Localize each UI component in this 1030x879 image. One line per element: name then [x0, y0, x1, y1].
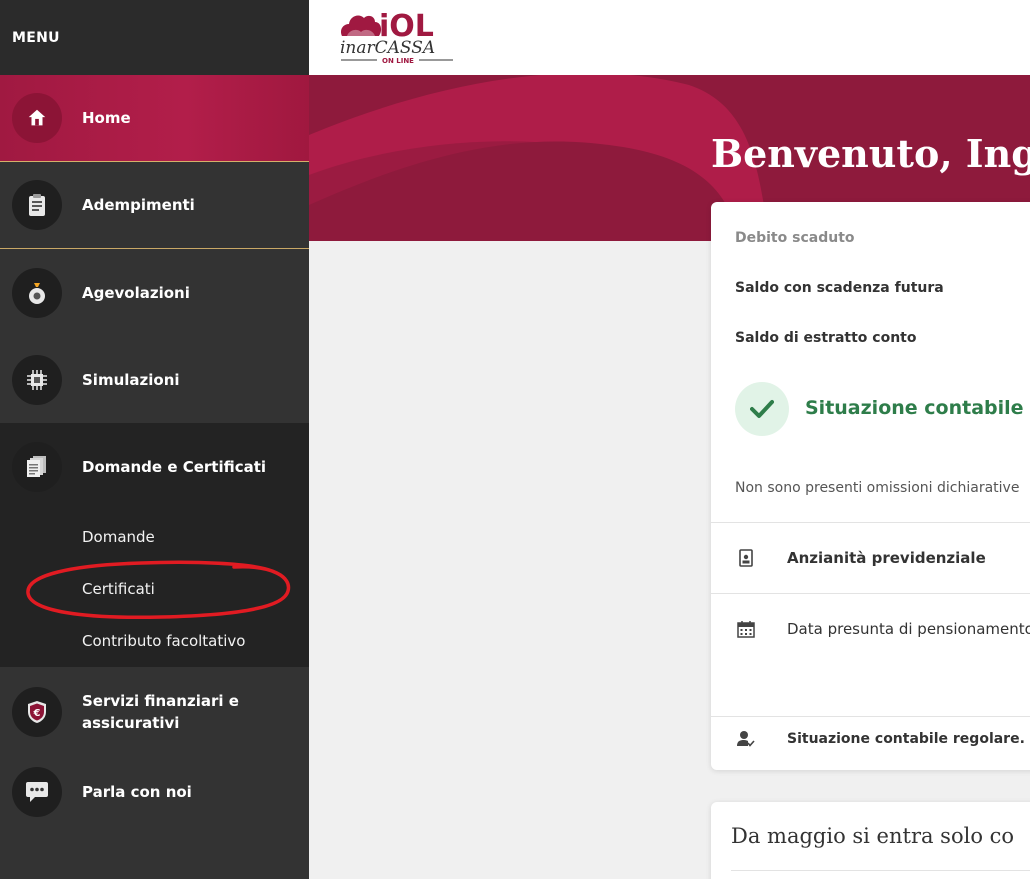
- sidebar-item-home[interactable]: Home: [0, 75, 309, 162]
- user-check-icon: [735, 728, 757, 750]
- calendar-icon: [735, 618, 757, 640]
- regolare-bold: Situazione contabile regolare.: [787, 731, 1025, 747]
- sidebar-item-label: Parla con noi: [82, 783, 192, 801]
- status-text: Situazione contabile in: [805, 397, 1030, 419]
- documents-icon: [12, 442, 62, 492]
- sidebar-item-agevolazioni[interactable]: Agevolazioni: [0, 249, 309, 336]
- sidebar-subitem-domande[interactable]: Domande: [0, 511, 309, 563]
- account-summary-card: Debito scaduto Saldo con scadenza futura…: [711, 202, 1030, 770]
- sidebar-item-servizi[interactable]: € Servizi finanziari e assicurativi: [0, 667, 309, 757]
- divider: [711, 593, 1030, 594]
- euro-shield-icon: €: [12, 687, 62, 737]
- chat-icon: [12, 767, 62, 817]
- sidebar-group-domande: Domande e Certificati Domande Certificat…: [0, 423, 309, 667]
- sidebar-item-label: Agevolazioni: [82, 283, 190, 302]
- pensionamento-label: Data presunta di pensionamento: [787, 620, 1030, 638]
- sidebar-item-adempimenti[interactable]: Adempimenti: [0, 162, 309, 249]
- sidebar-item-label: Home: [82, 109, 131, 127]
- clipboard-icon: [12, 180, 62, 230]
- sidebar-subitem-contributo[interactable]: Contributo facoltativo: [0, 615, 309, 667]
- divider: [711, 716, 1030, 717]
- news-card: Da maggio si entra solo co: [711, 802, 1030, 879]
- menu-title: MENU: [0, 0, 309, 75]
- divider: [711, 522, 1030, 523]
- regolare-row: Situazione contabile regolare. Pe: [735, 728, 1030, 750]
- sidebar-item-simulazioni[interactable]: Simulazioni: [0, 336, 309, 423]
- top-header: iOL inarCASSA ON LINE: [309, 0, 1030, 75]
- sidebar-item-parla[interactable]: Parla con noi: [0, 757, 309, 827]
- sidebar-item-label: Simulazioni: [82, 370, 180, 389]
- saldo-estratto-label: Saldo di estratto conto: [735, 330, 917, 346]
- chip-icon: [12, 354, 62, 405]
- pensionamento-row[interactable]: Data presunta di pensionamento: [735, 618, 1030, 640]
- omissioni-note: Non sono presenti omissioni dichiarative: [735, 480, 1020, 496]
- anzianita-label: Anzianità previdenziale: [787, 549, 986, 567]
- svg-text:€: €: [33, 708, 41, 719]
- sidebar-item-domande-certificati[interactable]: Domande e Certificati: [0, 423, 309, 511]
- sidebar: MENU Home Adempimenti Agevolazioni Simul…: [0, 0, 309, 879]
- id-badge-icon: [735, 547, 757, 569]
- logo-brand: inarCASSA: [340, 38, 435, 58]
- page-title: Benvenuto, Ing. I: [711, 131, 1030, 176]
- saldo-futura-label: Saldo con scadenza futura: [735, 280, 944, 296]
- divider: [731, 870, 1030, 871]
- logo-sub: ON LINE: [382, 57, 414, 65]
- sidebar-item-label: Adempimenti: [82, 196, 195, 214]
- sidebar-item-label: Servizi finanziari e assicurativi: [82, 692, 239, 732]
- money-bag-icon: [12, 267, 62, 318]
- check-icon: [735, 382, 789, 436]
- sidebar-subitem-certificati[interactable]: Certificati: [0, 563, 309, 615]
- debito-label: Debito scaduto: [735, 230, 855, 246]
- news-title: Da maggio si entra solo co: [731, 824, 1015, 848]
- anzianita-row[interactable]: Anzianità previdenziale: [735, 547, 986, 569]
- inarcassa-logo[interactable]: iOL inarCASSA ON LINE: [339, 2, 459, 68]
- sidebar-item-label: Domande e Certificati: [82, 458, 267, 476]
- home-icon: [12, 93, 62, 143]
- regolare-rest: Pe: [1025, 731, 1030, 747]
